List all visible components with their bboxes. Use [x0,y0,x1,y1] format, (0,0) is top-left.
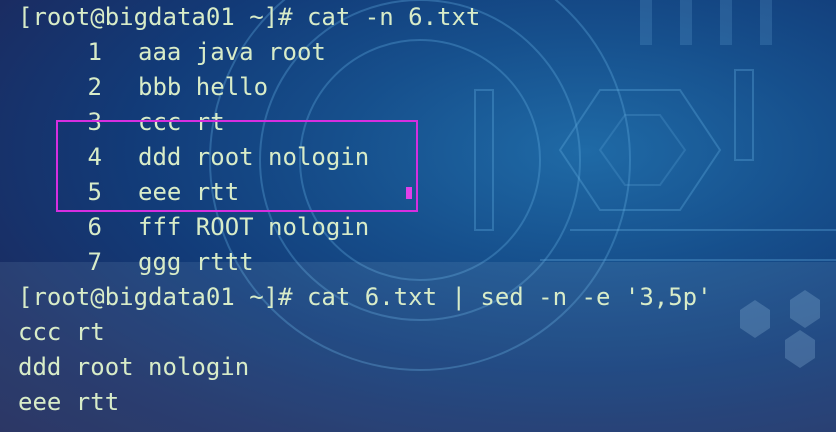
terminal-output-line: ccc rt [18,318,105,346]
line-number: 1 [87,38,102,66]
line-number: 2 [87,73,102,101]
terminal-numbered-line: 7 ggg rttt [18,245,254,280]
terminal-numbered-line: 6 fff ROOT nologin [18,210,370,245]
line-text: fff ROOT nologin [138,213,370,241]
highlight-annotation-box [56,120,418,212]
line-number: 7 [87,248,102,276]
line-text: bbb hello [138,73,269,101]
line-number: 6 [87,213,102,241]
terminal-window[interactable]: ... [root@bigdata01 ~]# cat -n 6.txt 1aa… [0,0,836,432]
terminal-output-line: eee rtt [18,388,120,416]
terminal-output-line: ddd root nologin [18,353,250,381]
text-cursor [406,187,412,199]
line-text: ggg rttt [138,248,254,276]
line-text: aaa java root [138,38,326,66]
terminal-numbered-line: 1 aaa java root [18,35,326,70]
terminal-prompt-line: [root@bigdata01 ~]# cat -n 6.txt [18,3,481,31]
terminal-prompt-line: [root@bigdata01 ~]# cat 6.txt | sed -n -… [18,283,712,311]
terminal-numbered-line: 2 bbb hello [18,70,269,105]
